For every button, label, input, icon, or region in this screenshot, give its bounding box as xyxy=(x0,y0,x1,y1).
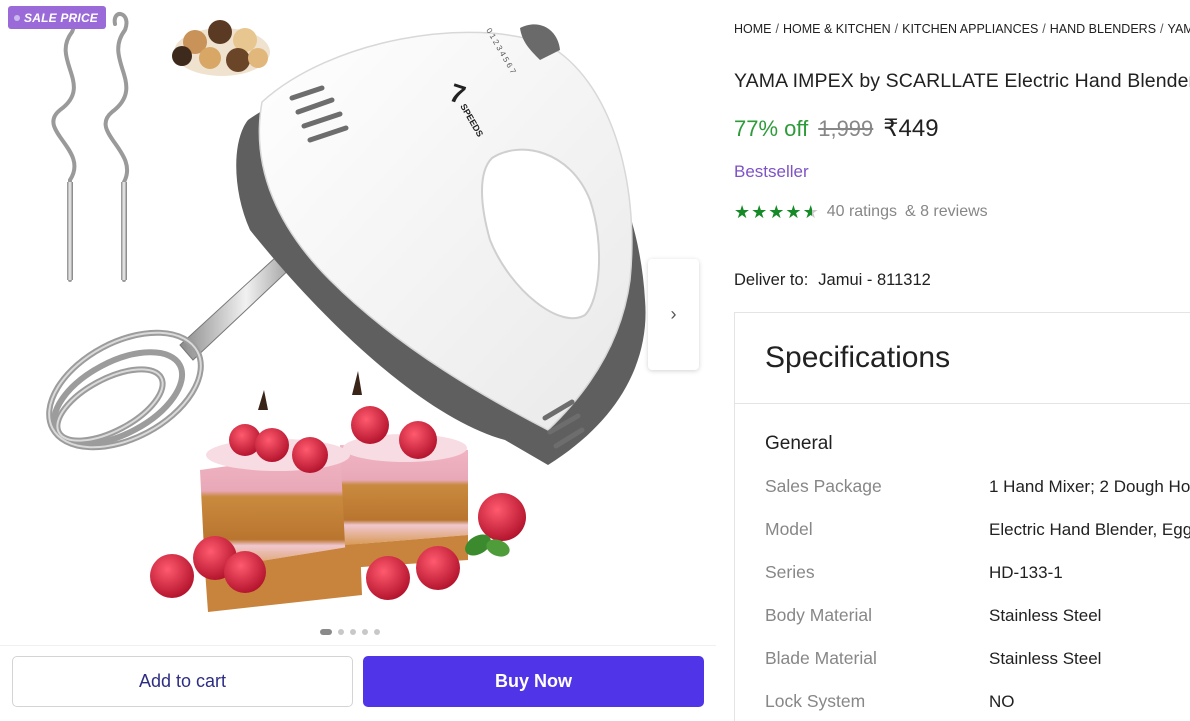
price-row: 77% off 1,999 ₹449 xyxy=(734,114,939,143)
spec-row: Body Material Stainless Steel xyxy=(765,605,1190,635)
spec-group-title: General xyxy=(765,433,833,454)
product-details: HOME / HOME & KITCHEN / KITCHEN APPLIANCES / H… xyxy=(716,0,1190,721)
star-full-icon: ★ xyxy=(734,202,751,222)
star-full-icon: ★ xyxy=(785,202,802,222)
hook-shaft xyxy=(67,182,73,280)
hook-shaft xyxy=(121,182,127,280)
star-half-icon: ★ xyxy=(802,202,819,222)
specifications-heading: Specifications xyxy=(735,313,1190,404)
spec-row: Sales Package 1 Hand Mixer; 2 Dough Hook… xyxy=(765,476,1190,506)
breadcrumb-kitchen-appliances[interactable]: KITCHEN APPLIANCES xyxy=(902,22,1038,36)
spec-row: Series HD-133-1 xyxy=(765,562,1190,592)
bestseller-tag: Bestseller xyxy=(734,162,809,181)
product-title: YAMA IMPEX by SCARLLATE Electric Hand Bl… xyxy=(734,70,1190,92)
spec-label: Series xyxy=(765,562,815,582)
breadcrumb: HOME / HOME & KITCHEN / KITCHEN APPLIANCES / H… xyxy=(734,22,1190,36)
pagination-dot[interactable] xyxy=(338,629,344,635)
product-gallery: 7 SPEEDS 0 1 2 3 4 5 6 7 SALE PRICE › Ad… xyxy=(0,0,716,721)
hand-mixer-illustration: 7 SPEEDS 0 1 2 3 4 5 6 7 xyxy=(46,12,646,612)
rating-summary[interactable]: ★ ★ ★ ★ ★ 40 ratings & 8 reviews xyxy=(734,203,988,221)
sale-price-label: SALE PRICE xyxy=(24,10,99,25)
spec-label: Sales Package xyxy=(765,476,882,496)
deliver-label: Deliver to: xyxy=(734,271,809,289)
star-full-icon: ★ xyxy=(751,202,768,222)
badge-dot xyxy=(14,14,20,21)
spec-label: Body Material xyxy=(765,605,872,625)
pagination-dot[interactable] xyxy=(374,629,380,635)
star-rating: ★ ★ ★ ★ ★ xyxy=(734,203,819,221)
spec-value: Electric Hand Blender, Egg xyxy=(989,520,1190,539)
original-price: 1,999 xyxy=(818,116,874,141)
spec-row: Model Electric Hand Blender, Egg xyxy=(765,519,1190,549)
sale-price-badge: SALE PRICE xyxy=(8,6,107,29)
spec-value: NO xyxy=(989,692,1015,711)
spec-value: Stainless Steel xyxy=(989,649,1102,668)
reviews-count: & 8 reviews xyxy=(904,203,988,220)
delivery-location[interactable]: Deliver to: Jamui - 811312 xyxy=(734,271,931,290)
dough-hooks xyxy=(51,12,129,282)
specifications-panel: Specifications General Sales Package 1 H… xyxy=(734,312,1190,721)
add-to-cart-button[interactable]: Add to cart xyxy=(12,656,353,707)
discount-percent: 77% off xyxy=(734,116,809,141)
selling-price: ₹449 xyxy=(883,115,939,142)
pagination-dot[interactable] xyxy=(320,629,332,635)
next-image-button[interactable]: › xyxy=(648,259,699,370)
breadcrumb-home[interactable]: HOME xyxy=(734,22,772,36)
beater-whisk xyxy=(46,329,204,451)
spec-value: HD-133-1 xyxy=(989,563,1063,582)
pagination-dot[interactable] xyxy=(362,629,368,635)
breadcrumb-hand-blenders[interactable]: HAND BLENDERS xyxy=(1050,22,1156,36)
cookies-plate xyxy=(172,20,270,76)
spec-label: Blade Material xyxy=(765,648,877,668)
star-full-icon: ★ xyxy=(768,202,785,222)
ratings-count: 40 ratings xyxy=(826,203,897,220)
spec-label: Lock System xyxy=(765,691,866,711)
deliver-pincode: Jamui - 811312 xyxy=(818,271,931,289)
product-image[interactable]: 7 SPEEDS 0 1 2 3 4 5 6 7 SALE PRICE › xyxy=(0,0,716,645)
pagination-dot[interactable] xyxy=(350,629,356,635)
image-pagination xyxy=(0,626,700,638)
chevron-right-icon: › xyxy=(670,304,677,324)
spec-row: Lock System NO xyxy=(765,691,1190,721)
spec-label: Model xyxy=(765,519,813,539)
breadcrumb-home-kitchen[interactable]: HOME & KITCHEN xyxy=(783,22,891,36)
spec-value: Stainless Steel xyxy=(989,606,1102,625)
spec-value: 1 Hand Mixer; 2 Dough Hooks xyxy=(989,477,1190,496)
breadcrumb-product[interactable]: YAM xyxy=(1168,22,1190,36)
buy-now-button[interactable]: Buy Now xyxy=(363,656,704,707)
product-page: 7 SPEEDS 0 1 2 3 4 5 6 7 SALE PRICE › Ad… xyxy=(0,0,1190,721)
purchase-actions: Add to cart Buy Now xyxy=(0,645,716,721)
spec-row: Blade Material Stainless Steel xyxy=(765,648,1190,678)
